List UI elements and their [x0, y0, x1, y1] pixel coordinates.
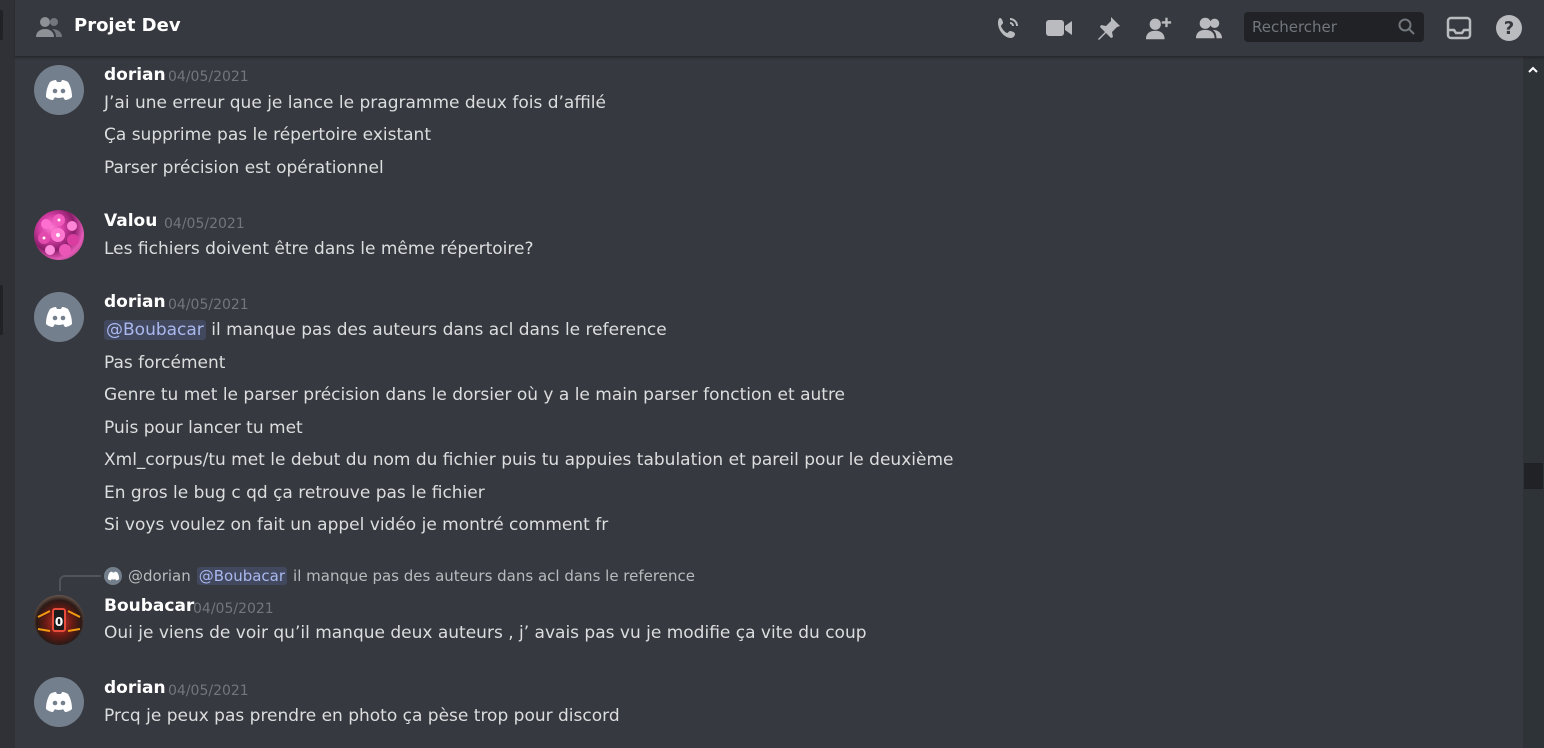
help-icon[interactable]: ?: [1495, 14, 1523, 42]
reply-spine: [59, 575, 101, 591]
avatar[interactable]: [34, 65, 84, 115]
flowers-icon: [38, 214, 79, 256]
inbox-icon[interactable]: [1445, 14, 1473, 42]
avatar[interactable]: [34, 292, 84, 342]
message-author[interactable]: dorian: [104, 292, 166, 312]
reply-avatar: [104, 567, 122, 585]
message-author[interactable]: dorian: [104, 65, 166, 85]
message-line: Xml_corpus/tu met le debut du nom du fic…: [104, 450, 954, 470]
members-icon[interactable]: [1195, 14, 1223, 42]
avatar[interactable]: 0: [34, 595, 84, 645]
message-line: Parser précision est opérationnel: [104, 158, 384, 178]
message-line: Prcq je peux pas prendre en photo ça pès…: [104, 706, 620, 726]
search-box[interactable]: [1244, 12, 1424, 42]
message-list[interactable]: dorian 04/05/2021 J’ai une erreur que je…: [15, 57, 1523, 748]
avatar[interactable]: [34, 677, 84, 727]
server-sidebar-edge: [0, 0, 15, 748]
search-icon: [1398, 18, 1416, 40]
discord-icon: [46, 80, 72, 100]
message-line: Puis pour lancer tu met: [104, 418, 303, 438]
message-line: Ça supprime pas le répertoire existant: [104, 125, 432, 145]
avatar[interactable]: [34, 210, 84, 260]
reply-author[interactable]: @dorian: [128, 567, 191, 585]
video-icon[interactable]: [1045, 14, 1073, 42]
reply-preview[interactable]: @dorian @Boubacar il manque pas des aute…: [104, 567, 695, 585]
search-input[interactable]: [1244, 17, 1394, 37]
message-timestamp: 04/05/2021: [168, 69, 249, 85]
svg-text:?: ?: [1504, 18, 1514, 39]
message-author[interactable]: Boubacar: [104, 596, 194, 616]
message-author[interactable]: Valou: [104, 211, 157, 231]
user-mention[interactable]: @Boubacar: [104, 320, 206, 340]
message-timestamp: 04/05/2021: [168, 297, 249, 313]
message-timestamp: 04/05/2021: [164, 216, 245, 232]
message-line: Les fichiers doivent être dans le même r…: [104, 239, 534, 259]
discord-icon: [46, 307, 72, 327]
message-line: Pas forcément: [104, 353, 226, 373]
message-line: J’ai une erreur que je lance le pragramm…: [104, 93, 606, 113]
message-text: il manque pas des auteurs dans acl dans …: [205, 320, 667, 340]
chevron-up-icon[interactable]: [1527, 61, 1539, 73]
svg-text:0: 0: [55, 615, 63, 629]
discord-icon: [107, 571, 119, 581]
message-line: Genre tu met le parser précision dans le…: [104, 385, 846, 405]
channel-header: Projet Dev ?: [15, 0, 1544, 57]
message-line: Oui je viens de voir qu’il manque deux a…: [104, 623, 867, 643]
sidebar-pill: [0, 10, 3, 40]
pin-icon[interactable]: [1095, 14, 1123, 42]
message-timestamp: 04/05/2021: [168, 683, 249, 699]
game-art-icon: 0: [37, 608, 81, 632]
scrollbar[interactable]: [1523, 57, 1544, 748]
message-line: En gros le bug c qd ça retrouve pas le f…: [104, 483, 485, 503]
add-member-icon[interactable]: [1145, 14, 1173, 42]
message-line: Si voys voulez on fait un appel vidéo je…: [104, 515, 609, 535]
people-icon: [35, 15, 63, 39]
user-mention[interactable]: @Boubacar: [196, 567, 288, 585]
scrollbar-thumb[interactable]: [1524, 463, 1543, 489]
call-icon[interactable]: [994, 14, 1022, 42]
message-timestamp: 04/05/2021: [193, 601, 274, 617]
channel-title: Projet Dev: [74, 15, 181, 36]
discord-icon: [46, 692, 72, 712]
message-author[interactable]: dorian: [104, 678, 166, 698]
sidebar-pill: [0, 285, 3, 335]
reply-text: il manque pas des auteurs dans acl dans …: [293, 567, 695, 585]
message-line: @Boubacar il manque pas des auteurs dans…: [104, 320, 667, 340]
